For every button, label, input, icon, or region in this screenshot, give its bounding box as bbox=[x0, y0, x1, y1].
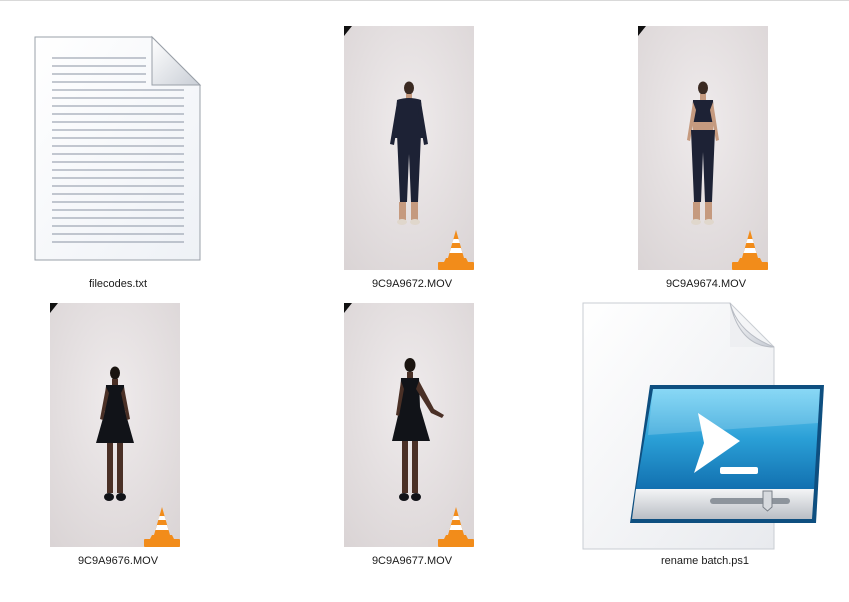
video-thumbnail bbox=[50, 303, 180, 547]
file-item-9C9A9677[interactable]: 9C9A9677.MOV bbox=[322, 303, 502, 583]
powershell-window-graphic bbox=[630, 385, 824, 523]
text-document-icon bbox=[34, 35, 202, 261]
video-thumbnail bbox=[344, 303, 474, 547]
file-name-label: rename batch.ps1 bbox=[660, 555, 750, 567]
file-name-label: 9C9A9677.MOV bbox=[371, 555, 453, 567]
file-name-label: filecodes.txt bbox=[88, 278, 148, 290]
powershell-script-icon bbox=[582, 302, 824, 550]
file-item-filecodes[interactable]: filecodes.txt bbox=[28, 30, 208, 310]
file-item-9C9A9676[interactable]: 9C9A9676.MOV bbox=[28, 303, 208, 583]
file-item-rename-batch[interactable]: rename batch.ps1 bbox=[580, 302, 830, 583]
file-item-9C9A9674[interactable]: 9C9A9674.MOV bbox=[616, 26, 796, 306]
file-name-label: 9C9A9674.MOV bbox=[665, 278, 747, 290]
video-thumbnail bbox=[344, 26, 474, 270]
video-thumbnail bbox=[638, 26, 768, 270]
file-name-label: 9C9A9676.MOV bbox=[77, 555, 159, 567]
window-top-border bbox=[0, 0, 849, 1]
file-name-label: 9C9A9672.MOV bbox=[371, 278, 453, 290]
file-item-9C9A9672[interactable]: 9C9A9672.MOV bbox=[322, 26, 502, 306]
